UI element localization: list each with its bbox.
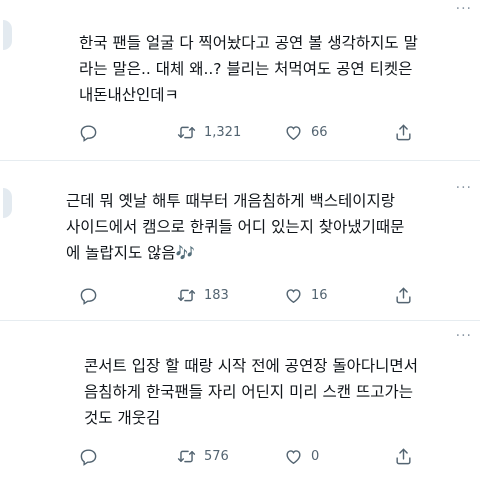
reply-button[interactable] [79,446,98,466]
tweet-2[interactable]: ··· 근데 뭐 옛날 해투 때부터 개음침하게 백스테이지랑 사이드에서 캠으… [0,161,480,320]
like-button[interactable]: 0 [284,446,319,466]
like-icon [284,123,303,142]
reply-icon [79,286,98,305]
share-button[interactable] [394,122,413,142]
retweet-icon [177,447,196,466]
share-icon [394,447,413,466]
tweet-1[interactable]: ··· 한국 팬들 얼굴 다 찍어놨다고 공연 볼 생각하지도 말 라는 말은.… [0,0,480,160]
avatar[interactable] [3,20,12,50]
retweet-count: 576 [204,448,229,464]
reply-button[interactable] [79,122,98,142]
share-icon [394,123,413,142]
share-button[interactable] [394,446,413,466]
share-button[interactable] [394,285,413,305]
tweet-text: 근데 뭐 옛날 해투 때부터 개음침하게 백스테이지랑 사이드에서 캠으로 한퀴… [66,192,405,262]
retweet-count: 183 [204,287,229,303]
more-options-icon[interactable]: ··· [456,329,472,343]
reply-icon [79,123,98,142]
like-button[interactable]: 16 [284,285,328,305]
tweet-text: 한국 팬들 얼굴 다 찍어놨다고 공연 볼 생각하지도 말 라는 말은.. 대체… [79,34,418,104]
like-count: 0 [311,448,320,464]
like-count: 66 [311,124,328,140]
reply-button[interactable] [79,285,98,305]
tweet-text: 콘서트 입장 할 때랑 시작 전에 공연장 돌아다니면서 음침하게 한국팬들 자… [84,357,418,427]
tweet-3[interactable]: ··· 콘서트 입장 할 때랑 시작 전에 공연장 돌아다니면서 음침하게 한국… [0,321,480,480]
retweet-button[interactable]: 1,321 [177,122,241,142]
more-options-icon[interactable]: ··· [456,2,472,16]
retweet-icon [177,123,196,142]
avatar[interactable] [3,188,12,218]
like-icon [284,286,303,305]
like-button[interactable]: 66 [284,122,328,142]
retweet-button[interactable]: 576 [177,446,229,466]
reply-icon [79,447,98,466]
retweet-count: 1,321 [204,124,242,140]
like-count: 16 [311,287,328,303]
like-icon [284,447,303,466]
retweet-icon [177,286,196,305]
share-icon [394,286,413,305]
retweet-button[interactable]: 183 [177,285,229,305]
